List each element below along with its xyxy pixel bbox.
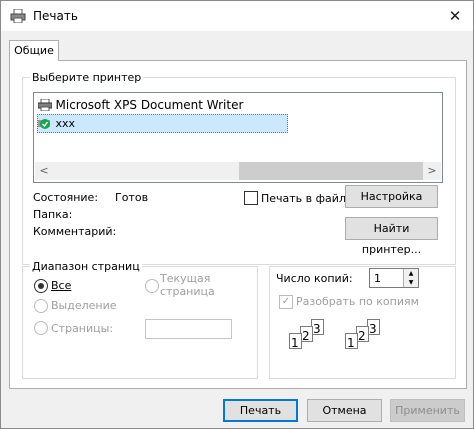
printer-item-xps[interactable]: Microsoft XPS Document Writer bbox=[37, 97, 244, 114]
close-icon[interactable]: ✕ bbox=[437, 1, 473, 31]
range-current-radio[interactable] bbox=[145, 279, 159, 293]
copies-value: 1 bbox=[374, 272, 381, 285]
window-title: Печать bbox=[33, 9, 78, 23]
collate-icon: 3 2 1 3 2 1 bbox=[289, 319, 409, 365]
tab-general[interactable]: Общие bbox=[9, 40, 59, 61]
range-selection-label: Выделение bbox=[51, 299, 117, 312]
print-to-file-label: Печать в файл bbox=[261, 192, 346, 205]
printer-group-label: Выберите принтер bbox=[30, 71, 144, 84]
copies-input[interactable]: 1 ▲ ▼ bbox=[369, 268, 419, 288]
copies-down-arrow-icon[interactable]: ▼ bbox=[403, 278, 418, 287]
copies-label: Число копий: bbox=[276, 272, 353, 285]
range-all-radio[interactable] bbox=[34, 279, 48, 293]
settings-button[interactable]: Настройка bbox=[345, 185, 438, 208]
printer-list[interactable]: Microsoft XPS Document Writer xxx < > bbox=[33, 92, 443, 183]
scroll-left-arrow-icon[interactable]: < bbox=[35, 162, 53, 180]
printer-list-scrollbar[interactable]: < > bbox=[35, 162, 441, 180]
find-printer-button[interactable]: Найти принтер... bbox=[345, 217, 438, 256]
range-selection-radio[interactable] bbox=[34, 299, 48, 313]
range-current-label-2: страница bbox=[160, 285, 215, 298]
range-pages-radio[interactable] bbox=[34, 321, 48, 335]
range-current-label-1: Текущая bbox=[160, 272, 211, 285]
state-label: Состояние: bbox=[33, 191, 99, 204]
pages-input[interactable] bbox=[145, 319, 232, 339]
print-dialog: Печать ✕ Общие Выберите принтер Состояни… bbox=[0, 0, 474, 429]
default-printer-check-icon bbox=[38, 119, 50, 129]
cancel-button[interactable]: Отмена bbox=[307, 399, 382, 422]
print-button[interactable]: Печать bbox=[223, 399, 298, 422]
scroll-right-arrow-icon[interactable]: > bbox=[423, 162, 441, 180]
print-to-file-checkbox[interactable] bbox=[244, 191, 258, 205]
printer-item-xxx[interactable]: xxx bbox=[37, 114, 288, 133]
printer-item-label: Microsoft XPS Document Writer bbox=[55, 98, 244, 112]
printer-icon bbox=[10, 9, 26, 23]
collate-label: Разобрать по копиям bbox=[296, 295, 419, 308]
printer-item-label: xxx bbox=[55, 117, 76, 130]
title-bar: Печать ✕ bbox=[1, 1, 473, 31]
range-all-label: Все bbox=[51, 279, 72, 292]
folder-label: Папка: bbox=[33, 208, 73, 221]
printer-icon bbox=[37, 98, 53, 112]
range-pages-label: Страницы: bbox=[51, 322, 114, 335]
collate-page: 1 bbox=[345, 333, 358, 350]
page-range-label: Диапазон страниц bbox=[30, 260, 142, 273]
state-value: Готов bbox=[115, 191, 149, 204]
collate-checkbox[interactable]: ✓ bbox=[279, 295, 293, 309]
comment-label: Комментарий: bbox=[33, 225, 117, 238]
scrollbar-thumb[interactable] bbox=[239, 162, 423, 180]
apply-button[interactable]: Применить bbox=[390, 399, 465, 422]
collate-page: 1 bbox=[289, 333, 302, 350]
